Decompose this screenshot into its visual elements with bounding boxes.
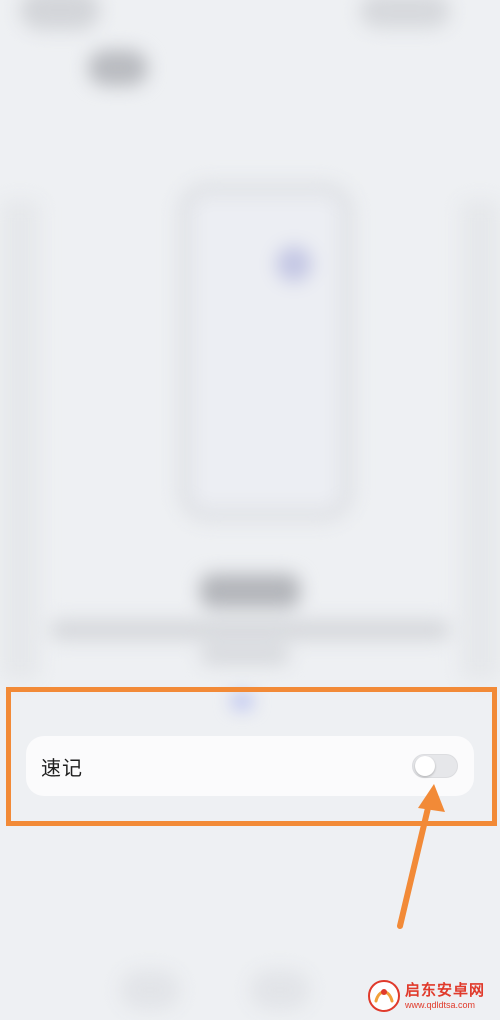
- blurred-status-icons: [360, 0, 450, 28]
- blurred-bottom-item: [120, 970, 180, 1010]
- blurred-feature-description-line2: [200, 645, 290, 665]
- blurred-right-panel: [460, 200, 500, 680]
- blurred-feature-title: [200, 574, 300, 608]
- blurred-background: [0, 0, 500, 1020]
- watermark-url: www.qdldtsa.com: [405, 999, 476, 1010]
- watermark: 启东安卓网 www.qdldtsa.com: [367, 978, 497, 1014]
- blurred-left-panel: [0, 200, 40, 680]
- blurred-back-button: [88, 50, 148, 86]
- blurred-phone-dot: [276, 246, 312, 282]
- annotation-highlight-box: [6, 687, 497, 826]
- watermark-name: 启东安卓网: [405, 981, 486, 999]
- watermark-logo-icon: [367, 979, 401, 1013]
- blurred-phone-illustration: [178, 182, 354, 522]
- blurred-bottom-item: [250, 970, 310, 1010]
- blurred-status-area: [20, 0, 100, 30]
- blurred-feature-description: [50, 620, 450, 640]
